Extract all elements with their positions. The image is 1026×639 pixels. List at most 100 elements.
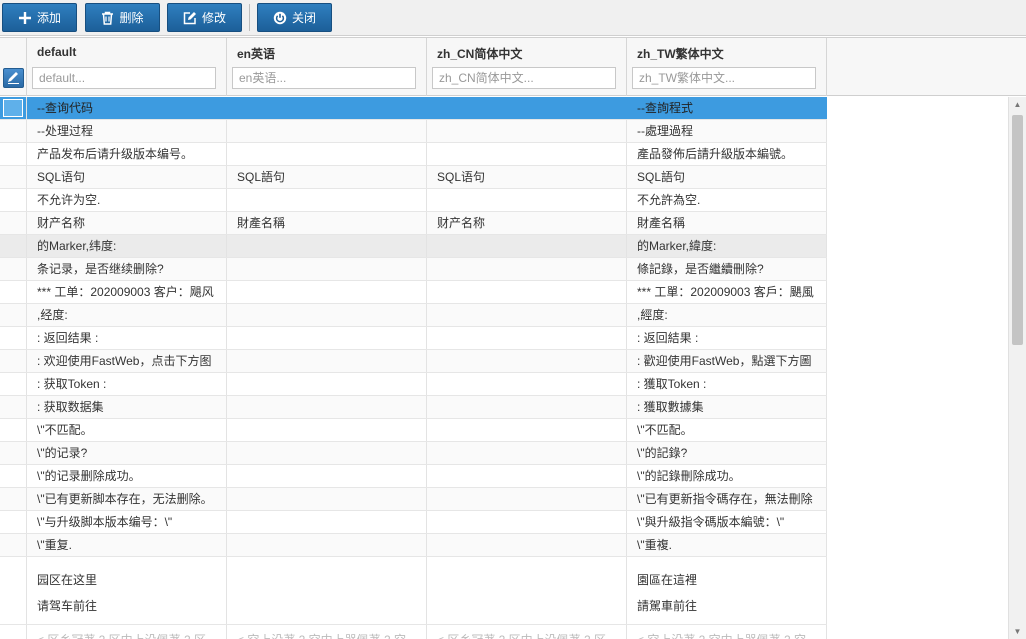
cell-zh-cn[interactable] [427,189,627,211]
cell-zh-tw[interactable]: 產品發佈后請升級版本編號。 [627,143,827,165]
cell-zh-tw[interactable]: \"已有更新指令碼存在，無法刪除 [627,488,827,510]
cell-default[interactable]: *** 工单：202009003 客户：飓风 [27,281,227,303]
cell-default[interactable]: : 返回结果 : [27,327,227,349]
edit-button[interactable]: 修改 [167,3,242,32]
cell-en[interactable] [227,511,427,533]
cell-zh-cn[interactable]: SQL语句 [427,166,627,188]
cell-default[interactable]: \"与升级脚本版本编号：\" [27,511,227,533]
cell-default[interactable]: --查询代码 [27,97,227,119]
cell-zh-cn[interactable] [427,235,627,257]
cell-en[interactable] [227,189,427,211]
table-row[interactable]: 条记录，是否继续删除? 條記錄，是否繼續刪除? [0,258,827,281]
column-header-zh-tw[interactable]: zh_TW繁体中文 [627,38,827,96]
table-row[interactable]: \"已有更新脚本存在，无法删除。 \"已有更新指令碼存在，無法刪除 [0,488,827,511]
table-row[interactable]: : 欢迎使用FastWeb，点击下方图: 歡迎使用FastWeb，點選下方圖 [0,350,827,373]
cell-zh-tw[interactable]: 的Marker,緯度: [627,235,827,257]
row-indicator[interactable] [0,373,27,395]
row-indicator[interactable] [0,189,27,211]
row-indicator[interactable] [0,281,27,303]
cell-zh-tw[interactable]: \"不匹配。 [627,419,827,441]
cell-default[interactable]: \"的记录? [27,442,227,464]
cell-zh-cn[interactable] [427,396,627,418]
filter-en-input[interactable] [232,67,416,89]
close-button[interactable]: 关闭 [257,3,332,32]
row-indicator[interactable] [0,396,27,418]
table-row[interactable]: 财产名称 財產名稱 财产名称 財產名稱 [0,212,827,235]
cell-default[interactable]: 条记录，是否继续删除? [27,258,227,280]
table-row[interactable]: \"重复. \"重複. [0,534,827,557]
cell-en[interactable] [227,304,427,326]
cell-zh-cn[interactable] [427,511,627,533]
cell-default[interactable]: \"重复. [27,534,227,556]
cell-default[interactable]: 不允许为空. [27,189,227,211]
table-row[interactable]: *** 工单：202009003 客户：飓风 *** 工單：202009003 客… [0,281,827,304]
cell-en[interactable] [227,235,427,257]
cell-zh-cn[interactable]: 财产名称 [427,212,627,234]
cell-zh-cn[interactable] [427,120,627,142]
table-row[interactable]: : 返回结果 :: 返回結果 : [0,327,827,350]
cell-default[interactable]: 的Marker,纬度: [27,235,227,257]
cell-zh-tw[interactable]: --查詢程式 [627,97,827,119]
column-header-default[interactable]: default [27,38,227,96]
cell-en[interactable] [227,373,427,395]
cell-zh-cn[interactable] [427,557,627,624]
cell-zh-tw[interactable]: --處理過程 [627,120,827,142]
row-indicator[interactable] [0,235,27,257]
cell-zh-cn[interactable] [427,350,627,372]
cell-zh-cn[interactable] [427,419,627,441]
cell-en[interactable] [227,557,427,624]
cell-zh-cn[interactable] [427,465,627,487]
cell-zh-tw[interactable]: 不允許為空. [627,189,827,211]
cell-zh-tw[interactable]: < 空上没著 2 空内上器佩著 2 空 [627,625,827,639]
column-header-zh-cn[interactable]: zh_CN简体中文 [427,38,627,96]
row-indicator[interactable] [0,442,27,464]
cell-en[interactable] [227,465,427,487]
cell-default[interactable]: 财产名称 [27,212,227,234]
cell-default[interactable]: \"的记录删除成功。 [27,465,227,487]
row-indicator[interactable] [0,97,27,119]
scroll-up-icon[interactable]: ▲ [1009,97,1026,113]
cell-en[interactable] [227,97,427,119]
row-indicator[interactable] [0,350,27,372]
row-indicator[interactable] [0,465,27,487]
row-indicator[interactable] [0,327,27,349]
cell-zh-tw[interactable]: : 獲取數據集 [627,396,827,418]
table-row[interactable]: --处理过程 --處理過程 [0,120,827,143]
cell-en[interactable] [227,419,427,441]
cell-zh-tw[interactable]: \"重複. [627,534,827,556]
row-indicator[interactable] [0,488,27,510]
filter-zh-cn-input[interactable] [432,67,616,89]
row-indicator[interactable] [0,120,27,142]
table-row[interactable]: \"不匹配。 \"不匹配。 [0,419,827,442]
row-indicator[interactable] [0,534,27,556]
cell-en[interactable] [227,396,427,418]
cell-default[interactable]: SQL语句 [27,166,227,188]
table-row[interactable]: \"的记录删除成功。 \"的記錄刪除成功。 [0,465,827,488]
cell-zh-tw[interactable]: \"與升級指令碼版本編號：\" [627,511,827,533]
cell-zh-cn[interactable] [427,281,627,303]
table-row[interactable]: : 获取Token :: 獲取Token : [0,373,827,396]
table-row[interactable]: 产品发布后请升级版本编号。 產品發佈后請升級版本編號。 [0,143,827,166]
cell-en[interactable] [227,120,427,142]
cell-default[interactable]: \"已有更新脚本存在，无法删除。 [27,488,227,510]
cell-default[interactable]: 产品发布后请升级版本编号。 [27,143,227,165]
cell-zh-tw[interactable]: *** 工單：202009003 客戶：颶風 [627,281,827,303]
cell-zh-tw[interactable]: 園區在這裡 請駕車前往 [627,557,827,624]
cell-en[interactable] [227,281,427,303]
table-row[interactable]: SQL语句 SQL語句 SQL语句 SQL語句 [0,166,827,189]
cell-zh-tw[interactable]: : 獲取Token : [627,373,827,395]
cell-en[interactable] [227,258,427,280]
row-indicator[interactable] [0,304,27,326]
cell-zh-cn[interactable]: < 区乡冠著 2 区内上没佩著 2 区 [427,625,627,639]
row-indicator[interactable] [0,166,27,188]
cell-default[interactable]: : 获取数据集 [27,396,227,418]
cell-zh-tw[interactable]: ,經度: [627,304,827,326]
table-row[interactable]: 园区在这里 请驾车前往 園區在這裡 請駕車前往 [0,557,827,625]
cell-zh-cn[interactable] [427,373,627,395]
filter-default-input[interactable] [32,67,216,89]
select-all-icon[interactable] [3,68,24,88]
column-header-en[interactable]: en英语 [227,38,427,96]
cell-zh-cn[interactable] [427,258,627,280]
cell-default[interactable]: < 区乡冠著 2 区内上没佩著 2 区 [27,625,227,639]
cell-en[interactable]: < 空上没著 2 空内上器佩著 2 空 [227,625,427,639]
